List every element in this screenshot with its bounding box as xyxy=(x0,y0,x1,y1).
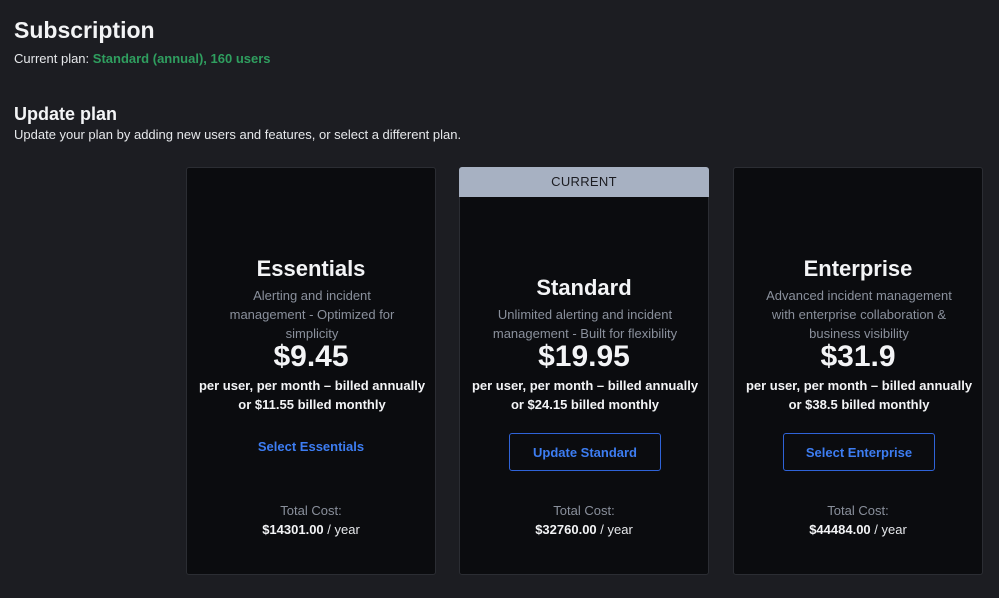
plan-description: Unlimited alerting and incident manageme… xyxy=(492,307,678,341)
current-plan-value: Standard (annual), 160 users xyxy=(92,51,271,66)
plan-price: $31.9 xyxy=(820,340,896,373)
total-cost-label: Total Cost: xyxy=(280,503,342,518)
subscription-page: Subscription Current plan: Standard (ann… xyxy=(0,0,999,598)
plan-price: $9.45 xyxy=(273,340,349,373)
plan-card-enterprise: Enterprise Advanced incident management … xyxy=(733,167,983,575)
total-cost-period: / year xyxy=(596,522,633,537)
plan-description: Alerting and incident management - Optim… xyxy=(229,288,395,341)
total-cost-label: Total Cost: xyxy=(827,503,889,518)
plan-name: Essentials xyxy=(256,256,366,281)
plan-name: Enterprise xyxy=(803,256,913,281)
total-cost-value: $44484.00 / year xyxy=(734,522,982,537)
current-plan-label: Current plan: xyxy=(14,51,90,66)
total-cost-amount: $14301.00 xyxy=(262,522,324,537)
total-cost-amount: $44484.00 xyxy=(809,522,871,537)
current-plan-line: Current plan: Standard (annual), 160 use… xyxy=(14,51,271,66)
plan-name: Standard xyxy=(536,275,632,300)
plan-billing-terms: per user, per month – billed annually or… xyxy=(745,378,973,412)
plan-description: Advanced incident management with enterp… xyxy=(766,288,952,341)
plan-billing-terms: per user, per month – billed annually or… xyxy=(198,378,426,412)
plan-card-standard: CURRENT Standard Unlimited alerting and … xyxy=(459,167,709,575)
update-plan-description: Update your plan by adding new users and… xyxy=(14,127,462,142)
update-standard-button[interactable]: Update Standard xyxy=(509,433,661,471)
total-cost-amount: $32760.00 xyxy=(535,522,597,537)
total-cost-label: Total Cost: xyxy=(553,503,615,518)
plan-billing-terms: per user, per month – billed annually or… xyxy=(471,378,699,412)
page-title: Subscription xyxy=(14,17,155,43)
select-essentials-button[interactable]: Select Essentials xyxy=(187,439,435,454)
total-cost-value: $14301.00 / year xyxy=(187,522,435,537)
current-plan-badge: CURRENT xyxy=(459,167,709,197)
total-cost-value: $32760.00 / year xyxy=(460,522,708,537)
update-plan-title: Update plan xyxy=(14,104,118,124)
plan-card-essentials: Essentials Alerting and incident managem… xyxy=(186,167,436,575)
select-enterprise-button[interactable]: Select Enterprise xyxy=(783,433,935,471)
total-cost-period: / year xyxy=(870,522,907,537)
total-cost-period: / year xyxy=(323,522,360,537)
plan-price: $19.95 xyxy=(538,340,630,373)
